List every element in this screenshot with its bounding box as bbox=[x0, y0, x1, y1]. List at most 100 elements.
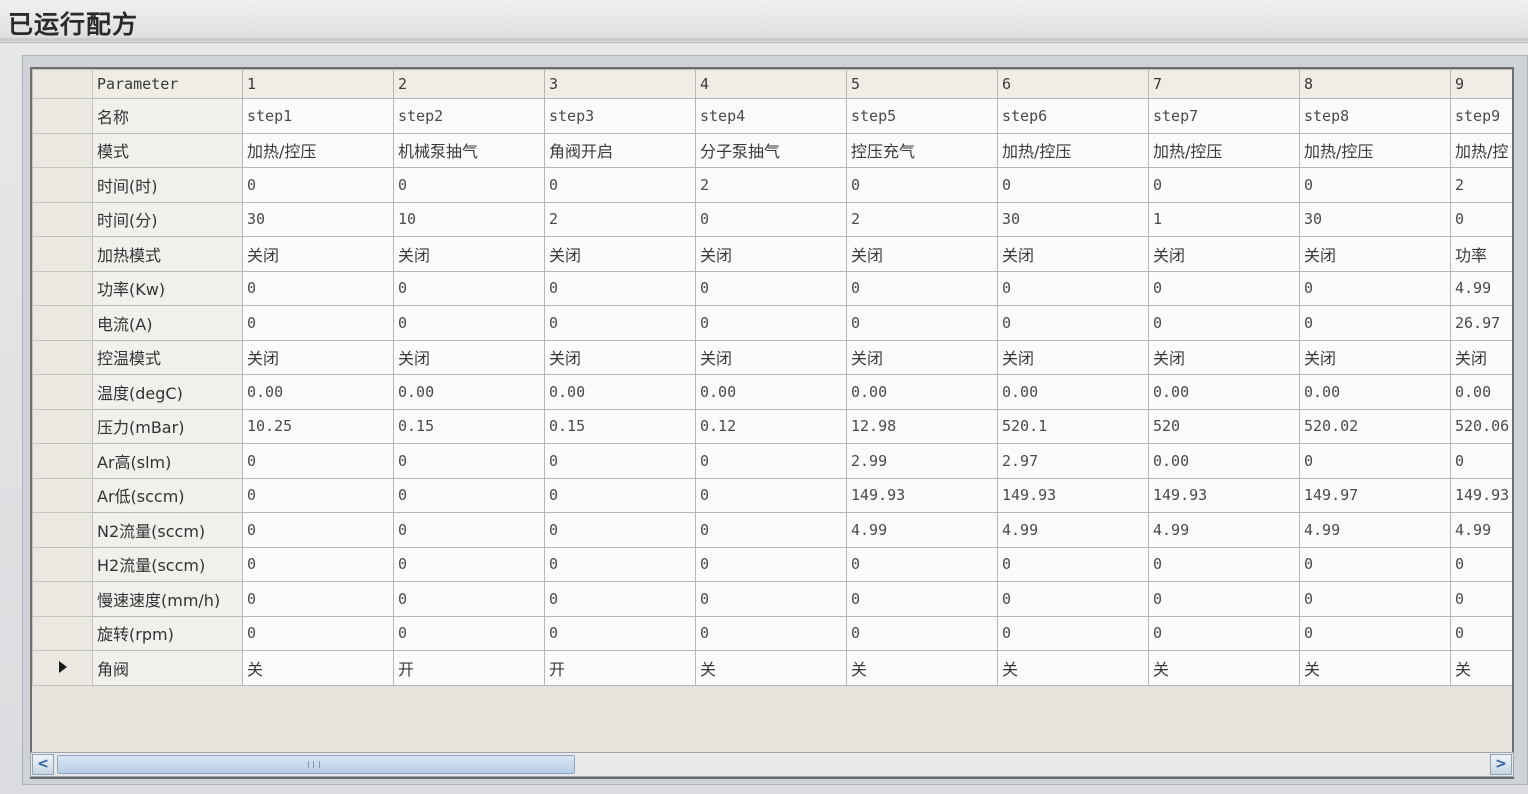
table-cell[interactable]: 4.99 bbox=[1299, 512, 1451, 548]
table-cell[interactable]: 30 bbox=[242, 201, 394, 237]
column-header-4[interactable]: 4 bbox=[695, 69, 847, 99]
row-label[interactable]: 加热模式 bbox=[92, 236, 243, 272]
parameter-column-header[interactable]: Parameter bbox=[92, 69, 243, 99]
table-cell[interactable]: 关闭 bbox=[242, 339, 394, 375]
table-cell[interactable]: 0 bbox=[1450, 201, 1512, 237]
table-cell[interactable]: 520 bbox=[1148, 408, 1300, 444]
row-selector[interactable] bbox=[32, 408, 93, 444]
table-cell[interactable]: step6 bbox=[997, 98, 1149, 134]
column-header-9[interactable]: 9 bbox=[1450, 69, 1512, 99]
table-cell[interactable]: 0 bbox=[242, 581, 394, 617]
column-header-1[interactable]: 1 bbox=[242, 69, 394, 99]
table-cell[interactable]: 机械泵抽气 bbox=[393, 132, 545, 168]
table-cell[interactable]: 2 bbox=[544, 201, 696, 237]
table-cell[interactable]: 4.99 bbox=[997, 512, 1149, 548]
row-selector[interactable] bbox=[32, 339, 93, 375]
table-cell[interactable]: 0 bbox=[846, 546, 998, 582]
table-cell[interactable]: step9 bbox=[1450, 98, 1512, 134]
table-cell[interactable]: 关闭 bbox=[1299, 236, 1451, 272]
table-cell[interactable]: 0 bbox=[1299, 581, 1451, 617]
table-cell[interactable]: 关 bbox=[1299, 650, 1451, 686]
table-row[interactable]: 压力(mBar) 10.25 0.15 0.15 0.12 12.98 520.1 520 52… bbox=[32, 408, 1512, 444]
table-cell[interactable]: 0 bbox=[544, 443, 696, 479]
table-cell[interactable]: 0 bbox=[1299, 615, 1451, 651]
table-cell[interactable]: 0 bbox=[393, 477, 545, 513]
table-cell[interactable]: 0.00 bbox=[393, 374, 545, 410]
row-label[interactable]: 角阀 bbox=[92, 650, 243, 686]
table-cell[interactable]: 关闭 bbox=[544, 339, 696, 375]
table-cell[interactable]: 12.98 bbox=[846, 408, 998, 444]
row-selector[interactable] bbox=[32, 270, 93, 306]
table-cell[interactable]: 0.12 bbox=[695, 408, 847, 444]
table-cell[interactable]: 0 bbox=[1299, 443, 1451, 479]
table-cell[interactable]: 520.06 bbox=[1450, 408, 1512, 444]
table-cell[interactable]: 关闭 bbox=[997, 339, 1149, 375]
table-cell[interactable]: 0 bbox=[997, 305, 1149, 341]
table-cell[interactable]: 0 bbox=[544, 512, 696, 548]
table-cell[interactable]: 149.93 bbox=[1148, 477, 1300, 513]
table-cell[interactable]: 0 bbox=[846, 305, 998, 341]
table-cell[interactable]: 关闭 bbox=[695, 339, 847, 375]
chevron-left-icon[interactable]: < bbox=[32, 754, 54, 775]
table-cell[interactable]: 0 bbox=[1148, 305, 1300, 341]
table-cell[interactable]: step4 bbox=[695, 98, 847, 134]
table-cell[interactable]: 0.15 bbox=[393, 408, 545, 444]
table-cell[interactable]: 2 bbox=[846, 201, 998, 237]
row-label[interactable]: 功率(Kw) bbox=[92, 270, 243, 306]
row-label[interactable]: H2流量(sccm) bbox=[92, 546, 243, 582]
column-header-6[interactable]: 6 bbox=[997, 69, 1149, 99]
table-cell[interactable]: 0 bbox=[997, 581, 1149, 617]
row-label[interactable]: 温度(degC) bbox=[92, 374, 243, 410]
table-cell[interactable]: 0 bbox=[1299, 270, 1451, 306]
table-cell[interactable]: step7 bbox=[1148, 98, 1300, 134]
table-cell[interactable]: 0 bbox=[242, 167, 394, 203]
table-cell[interactable]: 149.93 bbox=[846, 477, 998, 513]
table-cell[interactable]: 加热/控压 bbox=[1148, 132, 1300, 168]
table-cell[interactable]: step8 bbox=[1299, 98, 1451, 134]
row-selector[interactable] bbox=[32, 201, 93, 237]
table-cell[interactable]: 0 bbox=[393, 581, 545, 617]
table-cell[interactable]: 0 bbox=[393, 305, 545, 341]
table-row[interactable]: 角阀关开开关关关关关关 bbox=[32, 650, 1512, 686]
table-cell[interactable]: 0 bbox=[1148, 581, 1300, 617]
table-cell[interactable]: 149.93 bbox=[1450, 477, 1512, 513]
table-cell[interactable]: 149.97 bbox=[1299, 477, 1451, 513]
table-cell[interactable]: 关闭 bbox=[242, 236, 394, 272]
row-label[interactable]: 旋转(rpm) bbox=[92, 615, 243, 651]
table-cell[interactable]: 0.00 bbox=[1148, 443, 1300, 479]
table-cell[interactable]: 开 bbox=[393, 650, 545, 686]
table-cell[interactable]: 0 bbox=[242, 615, 394, 651]
table-cell[interactable]: 0 bbox=[695, 581, 847, 617]
row-selector[interactable] bbox=[32, 581, 93, 617]
table-cell[interactable]: 2.97 bbox=[997, 443, 1149, 479]
table-cell[interactable]: 0.00 bbox=[242, 374, 394, 410]
table-cell[interactable]: 0 bbox=[695, 305, 847, 341]
table-cell[interactable]: 0.15 bbox=[544, 408, 696, 444]
table-cell[interactable]: 0 bbox=[846, 167, 998, 203]
table-cell[interactable]: 0 bbox=[242, 477, 394, 513]
table-cell[interactable]: 0 bbox=[242, 512, 394, 548]
table-cell[interactable]: 0 bbox=[544, 167, 696, 203]
table-row[interactable]: N2流量(sccm) 0 0 0 0 4.99 4.99 4.99 4.99 4.99 bbox=[32, 512, 1512, 548]
table-cell[interactable]: 2 bbox=[695, 167, 847, 203]
table-row[interactable]: Ar低(sccm) 0 0 0 0 149.93 149.93 149.93 149.97 149… bbox=[32, 477, 1512, 513]
table-cell[interactable]: 149.93 bbox=[997, 477, 1149, 513]
table-cell[interactable]: 0 bbox=[1148, 270, 1300, 306]
column-header-5[interactable]: 5 bbox=[846, 69, 998, 99]
table-cell[interactable]: 关闭 bbox=[393, 339, 545, 375]
table-cell[interactable]: 0 bbox=[242, 305, 394, 341]
table-cell[interactable]: 关闭 bbox=[1148, 339, 1300, 375]
row-selector[interactable] bbox=[32, 546, 93, 582]
column-header-3[interactable]: 3 bbox=[544, 69, 696, 99]
row-selector[interactable] bbox=[32, 305, 93, 341]
row-label[interactable]: N2流量(sccm) bbox=[92, 512, 243, 548]
table-cell[interactable]: 0 bbox=[1148, 546, 1300, 582]
table-cell[interactable]: 0 bbox=[997, 615, 1149, 651]
table-cell[interactable]: 0 bbox=[1450, 443, 1512, 479]
row-label[interactable]: 时间(分) bbox=[92, 201, 243, 237]
recipe-grid[interactable]: Parameter 123456789 名称 step1 step2 step3 ste… bbox=[30, 67, 1514, 779]
table-cell[interactable]: 加热/控压 bbox=[997, 132, 1149, 168]
row-label[interactable]: Ar高(slm) bbox=[92, 443, 243, 479]
row-label[interactable]: 模式 bbox=[92, 132, 243, 168]
table-cell[interactable]: 520.02 bbox=[1299, 408, 1451, 444]
